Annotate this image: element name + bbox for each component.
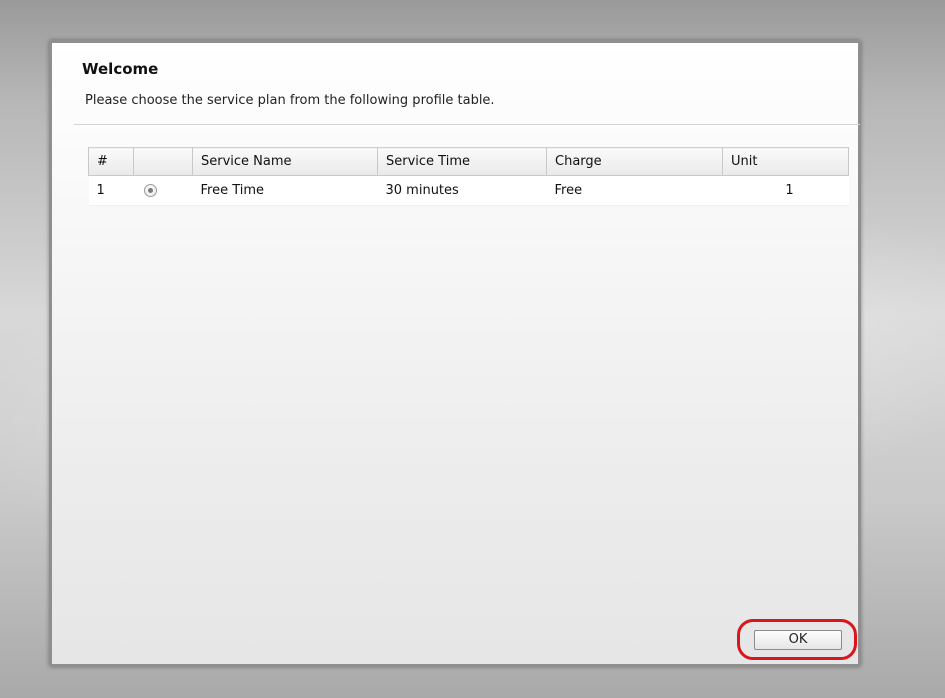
ok-button-highlight: OK bbox=[737, 619, 857, 660]
row-service-name: Free Time bbox=[192, 175, 378, 206]
header-divider bbox=[74, 124, 860, 125]
column-header-number: # bbox=[88, 147, 134, 176]
table-header-row: # Service Name Service Time Charge Unit bbox=[88, 147, 849, 176]
column-header-charge: Charge bbox=[546, 147, 723, 176]
dialog-instructions: Please choose the service plan from the … bbox=[85, 93, 495, 108]
welcome-dialog: Welcome Please choose the service plan f… bbox=[49, 40, 861, 667]
service-plan-radio[interactable] bbox=[143, 184, 157, 197]
row-charge: Free bbox=[546, 175, 723, 206]
column-header-unit: Unit bbox=[722, 147, 849, 176]
row-select-cell[interactable] bbox=[133, 175, 193, 206]
table-row[interactable]: 1 Free Time 30 minutes Free 1 bbox=[88, 175, 849, 206]
ok-button[interactable]: OK bbox=[754, 630, 842, 650]
column-header-service-time: Service Time bbox=[377, 147, 547, 176]
service-plan-table: # Service Name Service Time Charge Unit … bbox=[88, 147, 849, 206]
column-header-select bbox=[133, 147, 193, 176]
dialog-title: Welcome bbox=[82, 60, 159, 78]
row-number: 1 bbox=[88, 175, 134, 206]
row-unit: 1 bbox=[722, 175, 849, 206]
row-service-time: 30 minutes bbox=[377, 175, 547, 206]
column-header-service-name: Service Name bbox=[192, 147, 378, 176]
